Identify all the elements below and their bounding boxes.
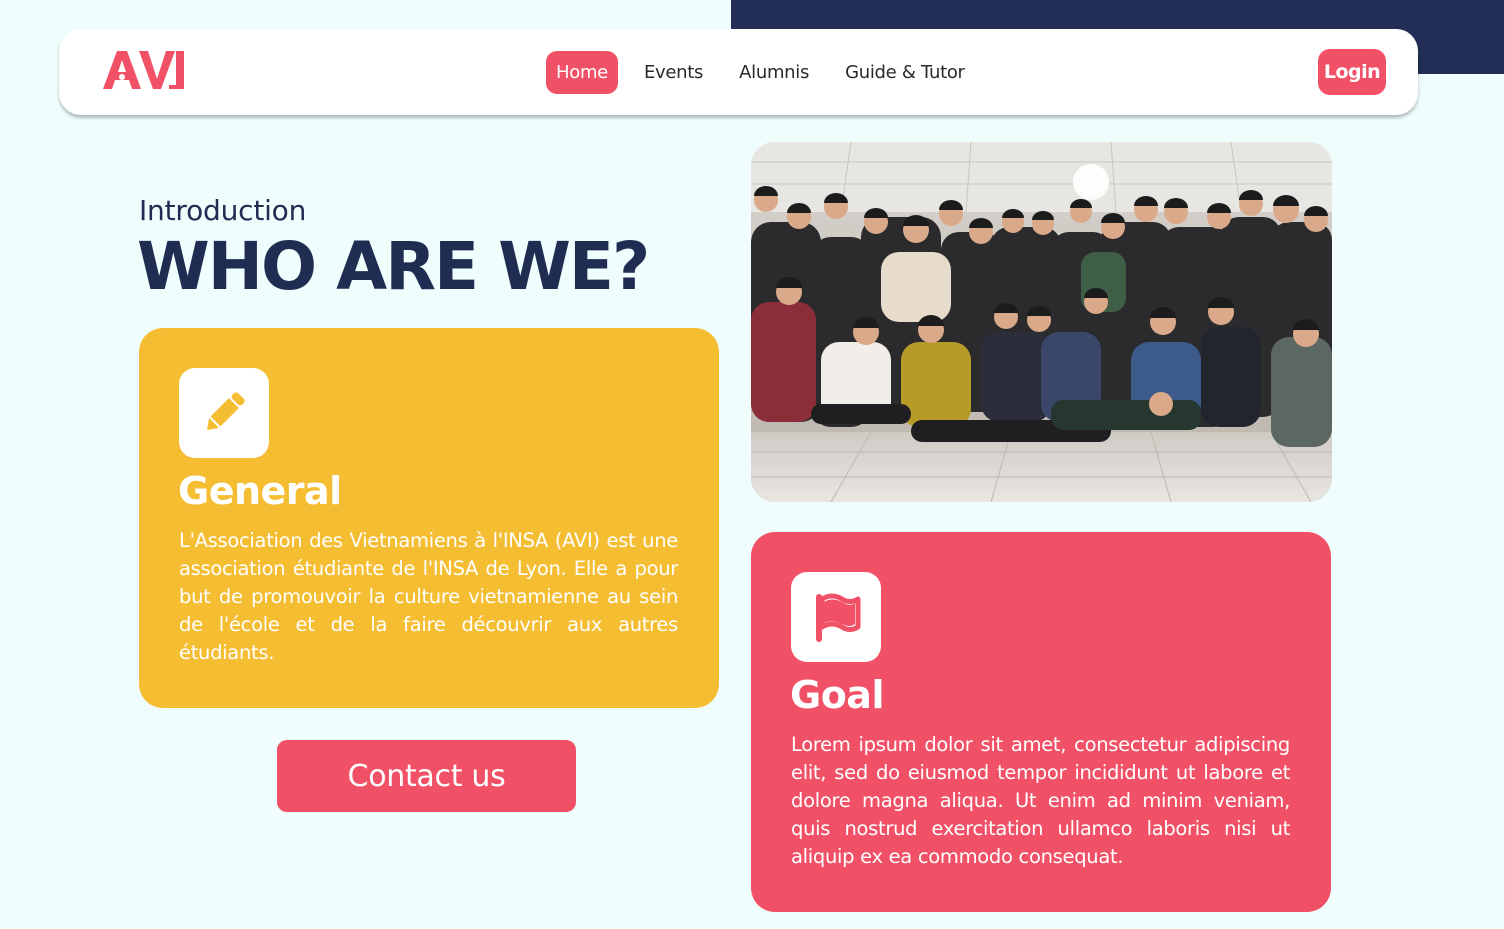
nav-guide-tutor[interactable]: Guide & Tutor: [845, 62, 965, 83]
intro-label: Introduction: [139, 194, 307, 227]
general-card: General L'Association des Vietnamiens à …: [139, 328, 719, 708]
avi-logo[interactable]: [101, 47, 191, 93]
pencil-icon: [179, 368, 269, 458]
contact-us-button[interactable]: Contact us: [277, 740, 576, 812]
page-title: WHO ARE WE?: [137, 228, 650, 305]
nav-links: Home Events Alumnis Guide & Tutor: [546, 49, 987, 95]
nav-home[interactable]: Home: [546, 50, 618, 94]
goal-title: Goal: [790, 673, 884, 717]
goal-text: Lorem ipsum dolor sit amet, consectetur …: [791, 733, 1290, 868]
group-photo: [751, 142, 1332, 502]
login-button[interactable]: Login: [1318, 49, 1386, 95]
general-text: L'Association des Vietnamiens à l'INSA (…: [179, 529, 678, 664]
flag-icon: [791, 572, 881, 662]
general-title: General: [178, 469, 342, 513]
navbar: Home Events Alumnis Guide & Tutor Login: [59, 29, 1418, 115]
goal-card: Goal Lorem ipsum dolor sit amet, consect…: [751, 532, 1331, 912]
nav-events[interactable]: Events: [644, 62, 703, 83]
nav-alumnis[interactable]: Alumnis: [739, 62, 809, 83]
